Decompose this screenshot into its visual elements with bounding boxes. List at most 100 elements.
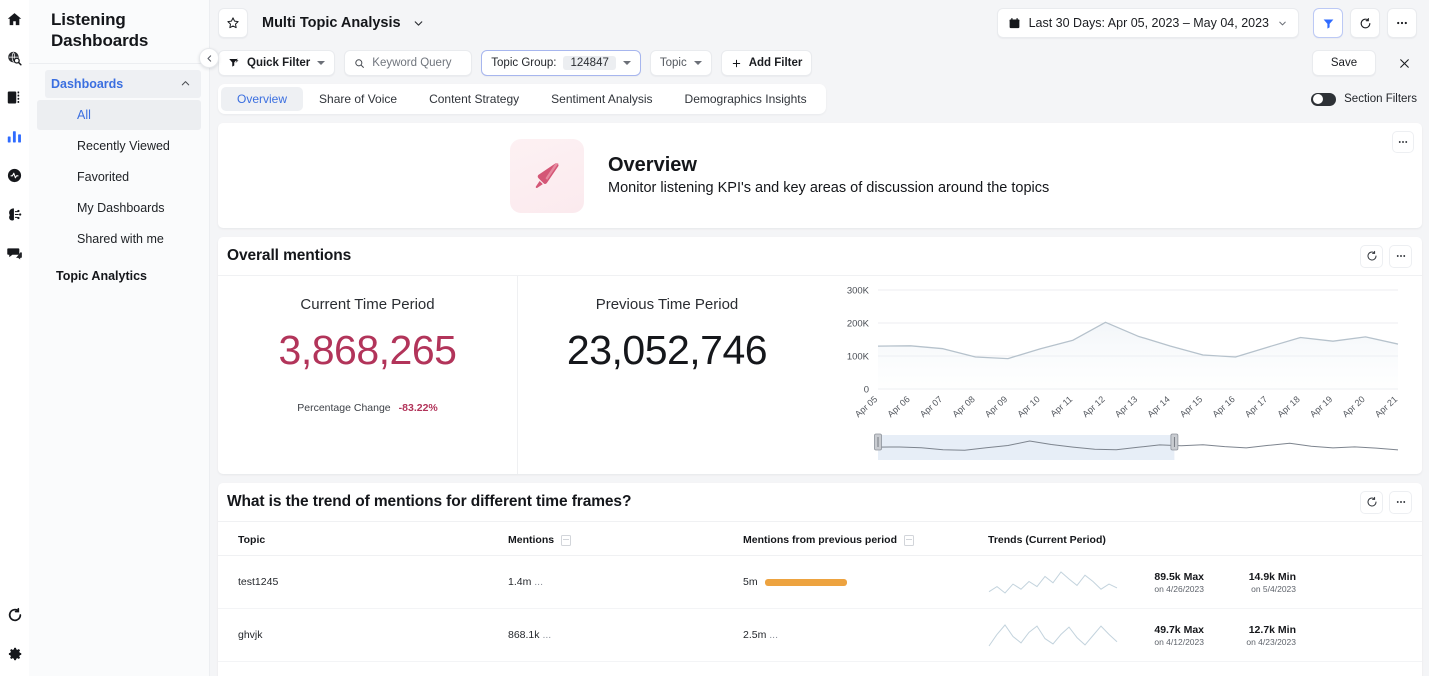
search-icon	[354, 58, 365, 69]
sidebar-item-favorited[interactable]: Favorited	[37, 162, 201, 192]
chevron-down-icon[interactable]	[410, 14, 428, 32]
bar-chart-icon[interactable]	[0, 117, 29, 156]
overall-mentions-body: Current Time Period 3,868,265 Percentage…	[218, 276, 1422, 474]
col-header-label: Mentions	[508, 534, 555, 546]
gear-icon[interactable]	[0, 637, 29, 676]
line-chart-svg: 0 100K 200K 300K Apr 05 Apr 06 Apr 07 Apr 08 Apr…	[847, 286, 1399, 460]
add-filter-label: Add Filter	[748, 57, 803, 69]
trend-table: Topic Mentions Mentions from previous pe…	[218, 522, 1422, 676]
brain-icon[interactable]	[0, 195, 29, 234]
kpi-label: Previous Time Period	[595, 296, 739, 313]
col-header-prev-inner: Mentions from previous period	[743, 534, 988, 546]
stat-value: 49.7k Max	[1154, 623, 1204, 636]
page-title: Multi Topic Analysis	[262, 15, 401, 31]
sidebar-item-recently-viewed[interactable]: Recently Viewed	[37, 131, 201, 161]
add-filter-button[interactable]: Add Filter	[720, 50, 813, 76]
funnel-icon[interactable]	[1313, 8, 1343, 38]
refresh-icon[interactable]	[1350, 8, 1380, 38]
home-icon[interactable]	[0, 0, 29, 39]
table-row[interactable]: ghvjk 868.1k ... 2.5m ... 49.7k Max on 4/12/…	[218, 608, 1422, 662]
keyword-query-input[interactable]: Keyword Query	[344, 50, 473, 76]
banner-subheading: Monitor listening KPI's and key areas of…	[608, 179, 1050, 196]
kpi-value: 23,052,746	[566, 327, 768, 373]
stat-value: 12.7k Min	[1248, 623, 1296, 636]
stat-value: 14.9k Min	[1248, 570, 1296, 583]
trend-min: 12.7k Min on 4/23/2023	[1210, 624, 1302, 647]
cell-mentions: 431.4k ...	[508, 661, 743, 676]
sidebar-collapse-button[interactable]	[199, 48, 219, 68]
section-filters-control: Section Filters	[1311, 92, 1417, 106]
topic-filter[interactable]: Topic	[649, 50, 712, 76]
globe-search-icon[interactable]	[0, 39, 29, 78]
keyword-query-placeholder: Keyword Query	[372, 57, 452, 69]
star-icon[interactable]	[218, 8, 248, 38]
tab-label: Content Strategy	[429, 92, 520, 106]
svg-text:100K: 100K	[847, 352, 870, 363]
save-button[interactable]: Save	[1312, 50, 1376, 76]
banner-text: Overview Monitor listening KPI's and key…	[608, 152, 1049, 199]
chevron-up-icon	[180, 78, 191, 89]
chat-icon[interactable]	[0, 234, 29, 273]
tab-sentiment-analysis[interactable]: Sentiment Analysis	[535, 87, 668, 111]
main-content: Multi Topic Analysis Last 30 Days: Apr 0…	[210, 0, 1429, 676]
caret-down-icon	[693, 61, 702, 65]
column-chart-icon	[904, 534, 915, 546]
quick-filter-button[interactable]: Quick Filter	[218, 50, 336, 76]
topic-group-label: Topic Group:	[491, 57, 557, 69]
col-header-mentions-prev[interactable]: Mentions from previous period	[743, 522, 988, 556]
sidebar-item-my-dashboards[interactable]: My Dashboards	[37, 193, 201, 223]
col-header-trends[interactable]: Trends (Current Period)	[988, 522, 1422, 556]
svg-text:Apr 05: Apr 05	[853, 394, 879, 419]
overall-mentions-card: Overall mentions Current Time Period 3,8…	[218, 237, 1422, 474]
table-row[interactable]: test1245 1.4m ... 5m 89.5k Max on 4/26/2023 1…	[218, 555, 1422, 609]
kpi-label: Current Time Period	[300, 296, 435, 313]
svg-text:200K: 200K	[847, 319, 870, 330]
svg-text:Apr 11: Apr 11	[1048, 394, 1074, 419]
refresh-icon[interactable]	[1360, 490, 1383, 514]
ellipsis-icon[interactable]	[1389, 244, 1412, 268]
tab-share-of-voice[interactable]: Share of Voice	[303, 87, 413, 111]
banner-content: Overview Monitor listening KPI's and key…	[510, 138, 1049, 213]
trend-table-header: What is the trend of mentions for differ…	[218, 483, 1422, 522]
tab-demographics-insights[interactable]: Demographics Insights	[669, 87, 823, 111]
pulse-icon[interactable]	[0, 156, 29, 195]
date-range-picker[interactable]: Last 30 Days: Apr 05, 2023 – May 04, 202…	[996, 8, 1299, 38]
sidebar-item-topic-analytics[interactable]: Topic Analytics	[29, 255, 209, 283]
stat-date: on 4/23/2023	[1246, 636, 1296, 647]
section-filters-toggle[interactable]	[1311, 92, 1337, 106]
refresh-icon[interactable]	[1360, 244, 1383, 268]
cell-mentions-prev: 412k ...	[743, 661, 988, 676]
close-icon[interactable]	[1391, 50, 1417, 76]
ellipsis-icon[interactable]	[1389, 490, 1412, 514]
tab-overview[interactable]: Overview	[221, 87, 304, 111]
col-header-mentions[interactable]: Mentions	[508, 522, 743, 556]
plus-icon	[731, 58, 742, 69]
topic-group-value: 124847	[563, 56, 616, 70]
sidebar-divider	[29, 62, 209, 64]
kpi-change-value: -83.22%	[398, 402, 438, 414]
truncation-ellipsis: ...	[542, 629, 552, 641]
sidebar-group-dashboards[interactable]: Dashboards	[45, 69, 201, 98]
library-icon[interactable]	[0, 78, 29, 117]
sidebar-item-shared-with-me[interactable]: Shared with me	[37, 224, 201, 254]
topic-group-filter[interactable]: Topic Group: 124847	[481, 50, 641, 76]
toggle-knob	[1312, 94, 1323, 104]
trend-min: 14.9k Min on 5/4/2023	[1210, 571, 1302, 594]
col-header-topic[interactable]: Topic	[218, 522, 508, 556]
tab-label: Sentiment Analysis	[551, 92, 653, 106]
svg-text:Apr 07: Apr 07	[918, 394, 944, 419]
mentions-trend-chart[interactable]: 0 100K 200K 300K Apr 05 Apr 06 Apr 07 Apr 08 Apr…	[816, 276, 1422, 474]
kpi-current-period: Current Time Period 3,868,265 Percentage…	[218, 276, 517, 474]
sidebar-item-all[interactable]: All	[37, 99, 201, 130]
stat-date: on 5/4/2023	[1251, 583, 1296, 594]
cell-mentions: 1.4m ...	[508, 555, 743, 609]
table-row[interactable]: Pepsi POC - Sustainability & Innovation4…	[218, 661, 1422, 676]
tab-content-strategy[interactable]: Content Strategy	[413, 87, 535, 111]
svg-text:Apr 06: Apr 06	[885, 394, 911, 419]
refresh-icon[interactable]	[0, 598, 29, 637]
ellipsis-icon[interactable]	[1392, 131, 1414, 153]
svg-text:Apr 16: Apr 16	[1210, 394, 1236, 419]
ellipsis-icon[interactable]	[1387, 8, 1417, 38]
svg-text:Apr 20: Apr 20	[1340, 394, 1366, 419]
svg-text:Apr 13: Apr 13	[1113, 394, 1139, 419]
